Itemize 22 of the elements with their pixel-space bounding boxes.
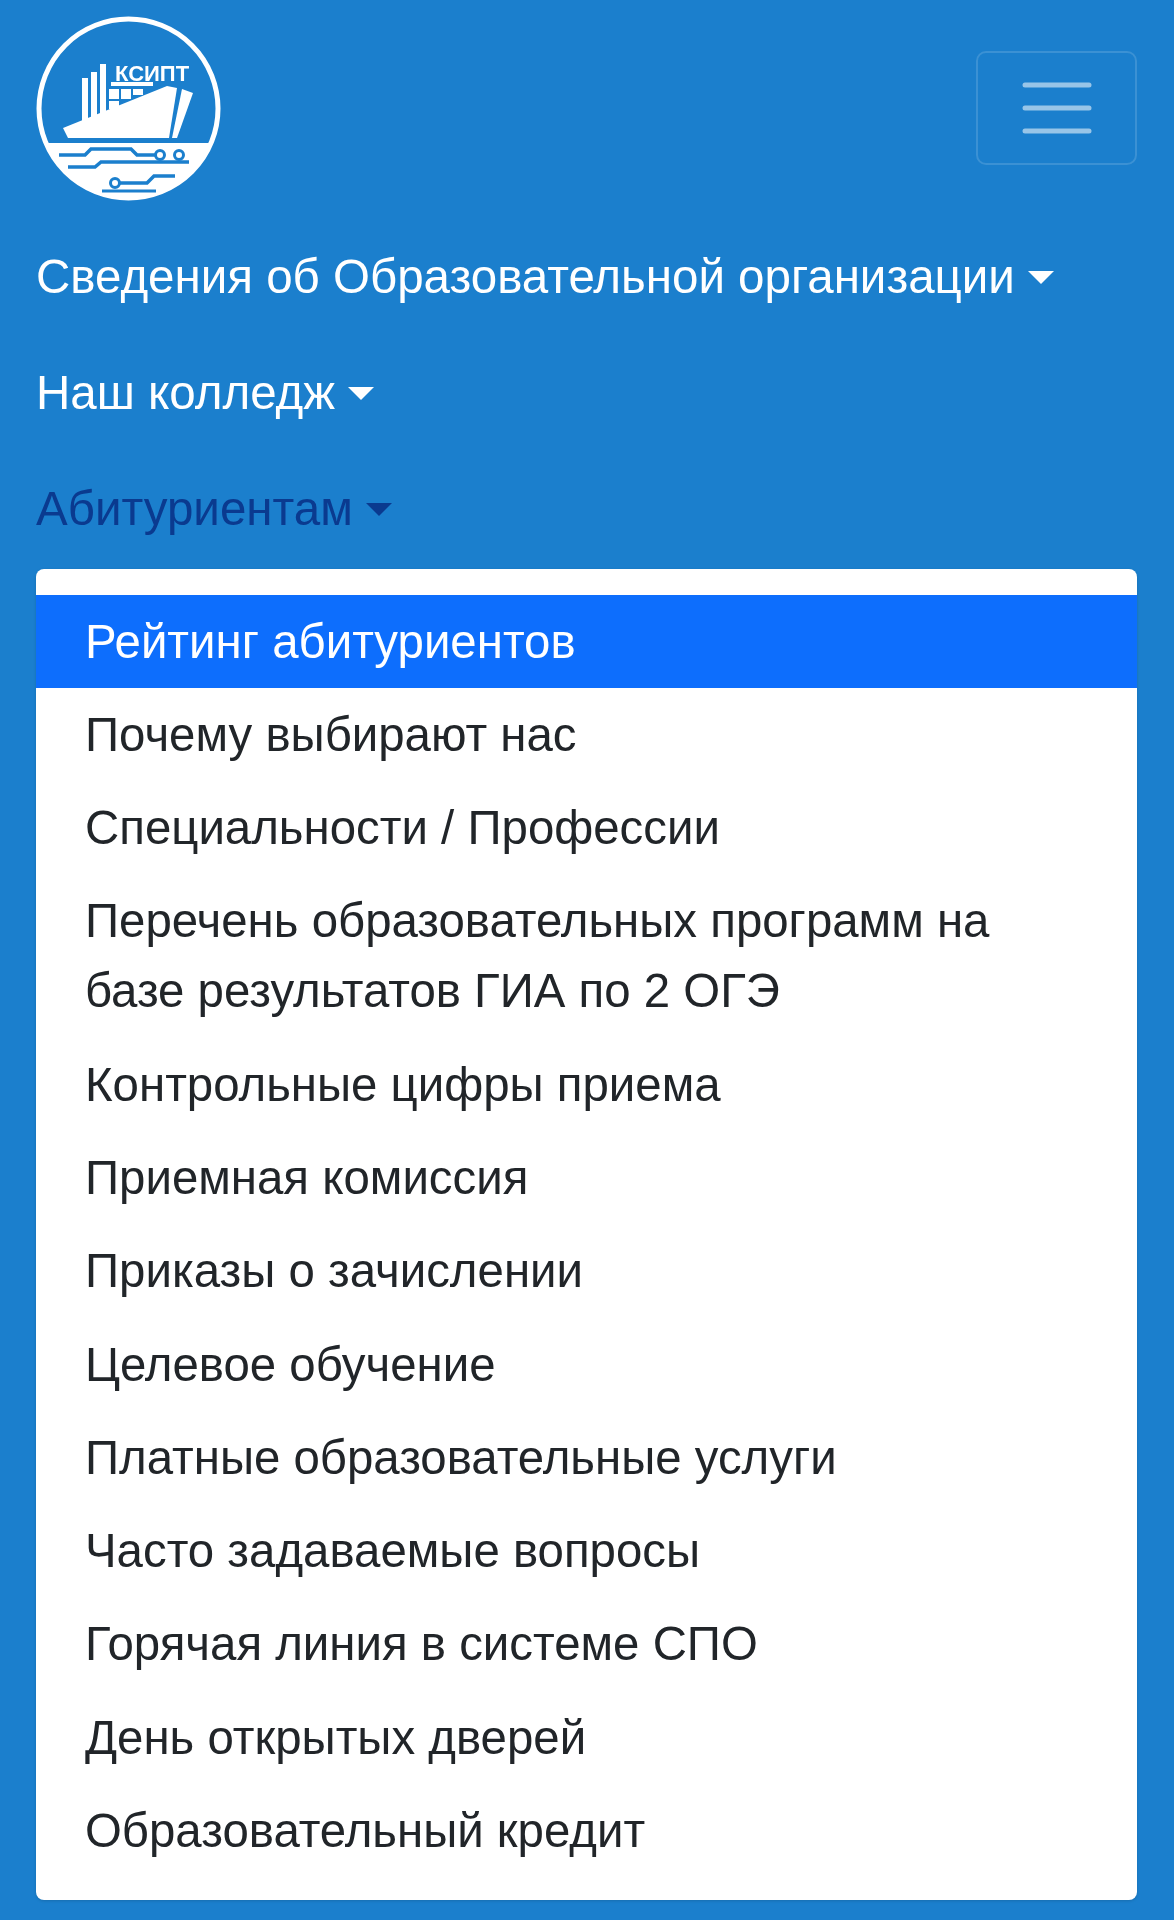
dropdown-item[interactable]: День открытых дверей bbox=[36, 1691, 1137, 1785]
dropdown-item[interactable]: Контрольные цифры приема bbox=[36, 1038, 1137, 1132]
dropdown-item[interactable]: Часто задаваемые вопросы bbox=[36, 1504, 1137, 1598]
dropdown-item[interactable]: Перечень образовательных программ на базе результатов ГИА по 2 ОГЭ bbox=[36, 874, 1137, 1039]
college-logo[interactable]: КСИПТ bbox=[35, 15, 222, 202]
caret-down-icon bbox=[1027, 270, 1054, 284]
dropdown-item[interactable]: Почему выбирают нас bbox=[36, 688, 1137, 782]
caret-down-icon bbox=[365, 502, 392, 516]
dropdown-item[interactable]: Платные образовательные услуги bbox=[36, 1411, 1137, 1505]
dropdown-item[interactable]: Приказы о зачислении bbox=[36, 1224, 1137, 1318]
nav-dropdown-link[interactable]: Сведения об Образовательной организации bbox=[36, 241, 1054, 313]
dropdown-item[interactable]: Образовательный кредит bbox=[36, 1784, 1137, 1878]
dropdown-item[interactable]: Горячая линия в системе СПО bbox=[36, 1597, 1137, 1692]
dropdown-item[interactable]: Приемная комиссия bbox=[36, 1131, 1137, 1225]
menu-button[interactable] bbox=[976, 51, 1137, 165]
dropdown-item[interactable]: Рейтинг абитуриентов bbox=[36, 595, 1137, 689]
logo-text: КСИПТ bbox=[115, 61, 190, 86]
caret-down-icon bbox=[348, 386, 374, 400]
nav-dropdown-link[interactable]: Наш колледж bbox=[36, 357, 374, 429]
dropdown-item[interactable]: Специальности / Профессии bbox=[36, 781, 1137, 875]
dropdown-item[interactable]: Целевое обучение bbox=[36, 1317, 1137, 1412]
menu-icon bbox=[1021, 82, 1092, 134]
